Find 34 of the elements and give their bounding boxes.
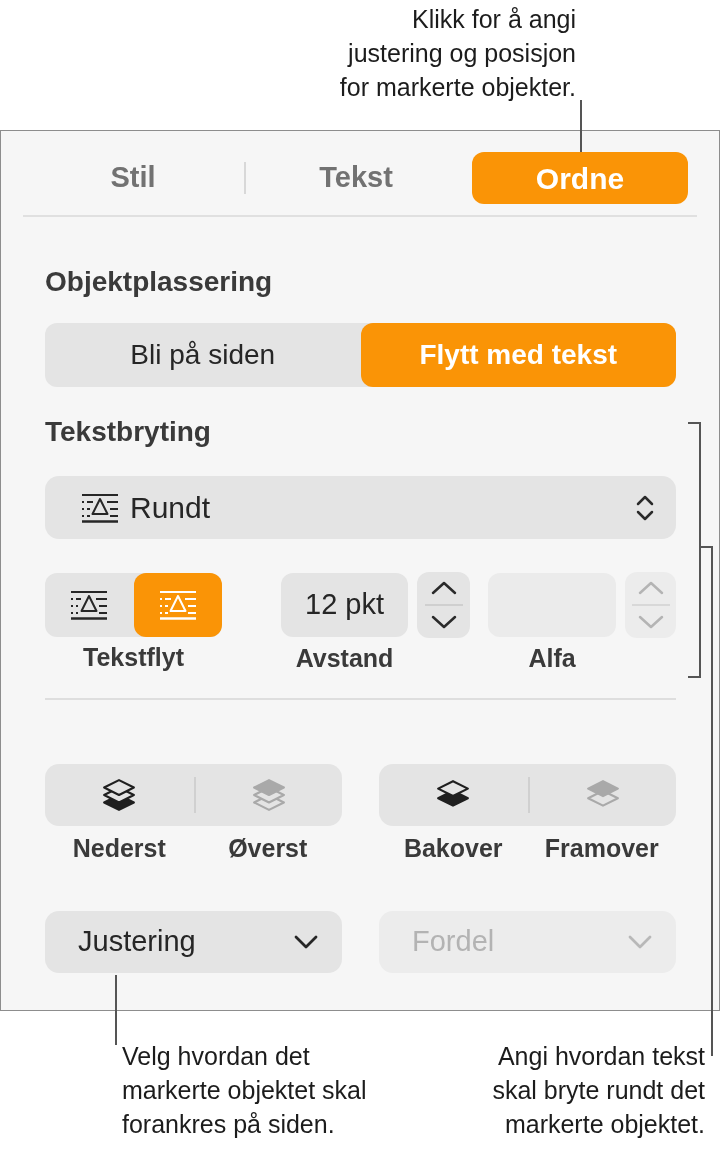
- section-heading: Objektplassering: [45, 266, 274, 298]
- dropdown[interactable]: Justering: [45, 911, 342, 973]
- control-label: Framover: [544, 834, 659, 862]
- control-label: Nederst: [72, 834, 166, 862]
- callout-text: Klikk for å angi justering og posisjon for markerte objekter.: [339, 4, 576, 103]
- control-label: Tekstflyt: [83, 643, 184, 671]
- segment-option[interactable]: Bli på siden: [45, 323, 361, 387]
- layers-icon: [251, 778, 286, 812]
- chevron-down-icon: [628, 935, 652, 949]
- control-label: Øverst: [228, 834, 308, 862]
- section-heading: Tekstbryting: [45, 416, 212, 448]
- up-down-chevron-icon: [636, 493, 654, 522]
- chevron-down-icon: [294, 935, 318, 949]
- leader-line: [115, 975, 117, 1045]
- text-wrap-icon: [157, 590, 198, 620]
- callout-text: Velg hvordan det markerte objektet skal forankres på siden.: [122, 1041, 367, 1140]
- text-wrap-icon: [69, 590, 110, 620]
- tab[interactable]: Ordne: [472, 152, 688, 204]
- text-wrap-icon: [80, 492, 120, 523]
- chevron-up-icon: [430, 581, 457, 595]
- layers-icon: [102, 778, 137, 812]
- chevron-down-icon: [430, 615, 457, 629]
- control-label: Avstand: [295, 644, 394, 672]
- wrap-select[interactable]: Rundt: [45, 476, 676, 539]
- control-label: Bakover: [403, 834, 503, 862]
- control-label: Alfa: [528, 644, 576, 672]
- leader-line: [580, 100, 582, 152]
- chevron-down-icon: [637, 615, 664, 629]
- tab[interactable]: Stil: [22, 152, 244, 204]
- tab[interactable]: Tekst: [246, 152, 466, 204]
- callout-text: Angi hvordan tekst skal bryte rundt det markerte objektet.: [492, 1041, 705, 1140]
- chevron-up-icon: [637, 581, 664, 595]
- segment-option[interactable]: Flytt med tekst: [360, 323, 676, 387]
- number-field[interactable]: 12 pkt: [281, 573, 408, 637]
